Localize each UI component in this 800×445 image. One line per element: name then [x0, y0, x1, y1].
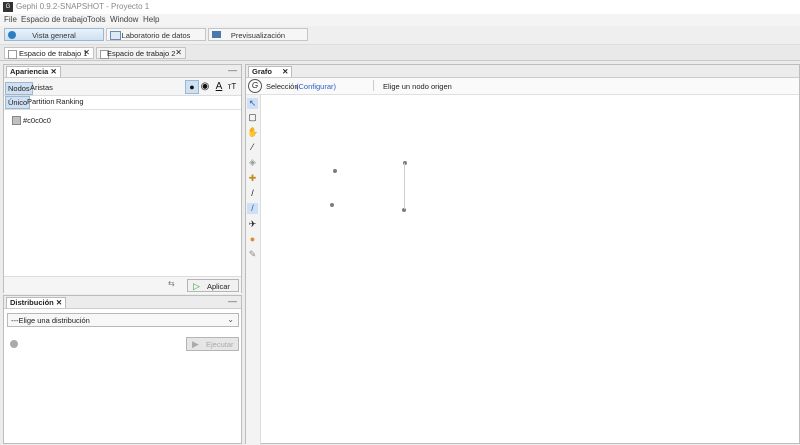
- color-swatch[interactable]: [12, 116, 21, 125]
- menu-bar: File Espacio de trabajo Tools Window Hel…: [0, 14, 800, 26]
- status-message: Elige un nodo origen: [383, 82, 452, 91]
- close-icon[interactable]: ✕: [50, 67, 56, 76]
- status-icon: [10, 340, 18, 348]
- tab-ranking[interactable]: Ranking: [54, 96, 86, 107]
- rectangle-select-icon[interactable]: ▢: [247, 112, 258, 123]
- graph-panel: Grafo ✕ G Selección (Configurar) Elige u…: [245, 64, 800, 445]
- graph-canvas[interactable]: [261, 95, 799, 443]
- tab-edges[interactable]: Aristas: [28, 82, 55, 93]
- edge-pencil-icon[interactable]: /: [247, 203, 258, 214]
- menu-workspace[interactable]: Espacio de trabajo: [21, 15, 87, 24]
- data-laboratory-button[interactable]: Laboratorio de datos: [106, 28, 206, 41]
- close-icon[interactable]: ✕: [282, 67, 288, 76]
- graph-header: Grafo ✕: [246, 65, 799, 78]
- palette-icon[interactable]: ●: [185, 80, 199, 94]
- appearance-tab[interactable]: Apariencia ✕: [6, 66, 61, 77]
- graph-edge[interactable]: [404, 163, 405, 209]
- minimize-icon[interactable]: —: [228, 296, 237, 306]
- menu-file[interactable]: File: [4, 15, 17, 24]
- apply-button[interactable]: ▷ Aplicar: [187, 279, 239, 292]
- text-color-icon[interactable]: A: [213, 81, 225, 93]
- distribution-select[interactable]: ---Elige una distribución ⌄: [7, 313, 239, 327]
- paint-bucket-icon[interactable]: ◈: [247, 157, 258, 168]
- auto-apply-icon[interactable]: ⇆: [168, 279, 175, 288]
- workspace-tab-2[interactable]: Espacio de trabajo 2 ✕: [96, 47, 186, 59]
- selection-label: Selección: [266, 82, 299, 91]
- play-icon: ▷: [193, 281, 200, 291]
- overview-button[interactable]: Vista general: [4, 28, 104, 41]
- element-tabs: Nodos Aristas ● ◉ A тT: [4, 78, 241, 96]
- close-icon[interactable]: ✕: [83, 48, 90, 57]
- distribution-header: Distribución ✕ —: [4, 296, 241, 309]
- run-button[interactable]: ▶ Ejecutar: [186, 337, 239, 351]
- distribution-panel: Distribución ✕ — ---Elige una distribuci…: [3, 295, 242, 444]
- window-title: Gephi 0.9.2-SNAPSHOT - Proyecto 1: [16, 2, 150, 11]
- close-icon[interactable]: ✕: [56, 298, 62, 307]
- drag-icon[interactable]: ✋: [247, 127, 258, 138]
- title-bar: G Gephi 0.9.2-SNAPSHOT - Proyecto 1: [0, 0, 800, 14]
- size-icon[interactable]: ◉: [199, 81, 211, 93]
- color-value: #c0c0c0: [23, 116, 51, 125]
- appearance-panel: Apariencia ✕ — Nodos Aristas ● ◉ A тT Ún…: [3, 64, 242, 294]
- menu-window[interactable]: Window: [110, 15, 138, 24]
- chevron-down-icon: ⌄: [227, 315, 234, 324]
- configure-link[interactable]: (Configurar): [296, 82, 336, 91]
- graph-tab[interactable]: Grafo ✕: [248, 66, 293, 77]
- graph-node[interactable]: [330, 203, 334, 207]
- workspace-icon: [8, 50, 17, 59]
- pointer-icon[interactable]: ↖: [247, 98, 258, 109]
- label-size-icon[interactable]: тT: [226, 81, 238, 93]
- minimize-icon[interactable]: —: [228, 65, 237, 75]
- workspace-tabs: Espacio de trabajo 1 ✕ Espacio de trabaj…: [0, 45, 800, 61]
- selection-mode-icon[interactable]: G: [248, 79, 262, 93]
- shortest-path-icon[interactable]: ✈: [247, 219, 258, 230]
- play-icon: ▶: [192, 339, 199, 349]
- pencil-icon[interactable]: /: [247, 188, 258, 199]
- menu-help[interactable]: Help: [143, 15, 159, 24]
- main-toolbar: Vista general Laboratorio de datos Previ…: [0, 26, 800, 45]
- close-icon[interactable]: ✕: [175, 48, 182, 57]
- brush-icon[interactable]: ⁄: [247, 142, 258, 153]
- mode-tabs: Único Partition Ranking: [4, 96, 241, 110]
- divider: [373, 80, 374, 91]
- edit-icon[interactable]: ✎: [247, 249, 258, 260]
- workspace-tab-1[interactable]: Espacio de trabajo 1 ✕: [4, 47, 94, 59]
- appearance-header: Apariencia ✕ —: [4, 65, 241, 78]
- neighbors-icon[interactable]: ✚: [247, 173, 258, 184]
- heat-map-icon[interactable]: ●: [247, 234, 258, 245]
- preview-button[interactable]: Previsualización: [208, 28, 308, 41]
- gephi-logo-icon: G: [3, 2, 13, 12]
- distribution-tab[interactable]: Distribución ✕: [6, 297, 67, 308]
- graph-node[interactable]: [333, 169, 337, 173]
- tab-partition[interactable]: Partition: [25, 96, 57, 107]
- graph-toolbar: G Selección (Configurar) Elige un nodo o…: [246, 78, 799, 95]
- tools-sidebar: ↖ ▢ ✋ ⁄ ◈ ✚ / / ✈ ● ✎: [246, 95, 261, 445]
- apply-bar: ⇆ ▷ Aplicar: [4, 276, 241, 294]
- menu-tools[interactable]: Tools: [87, 15, 106, 24]
